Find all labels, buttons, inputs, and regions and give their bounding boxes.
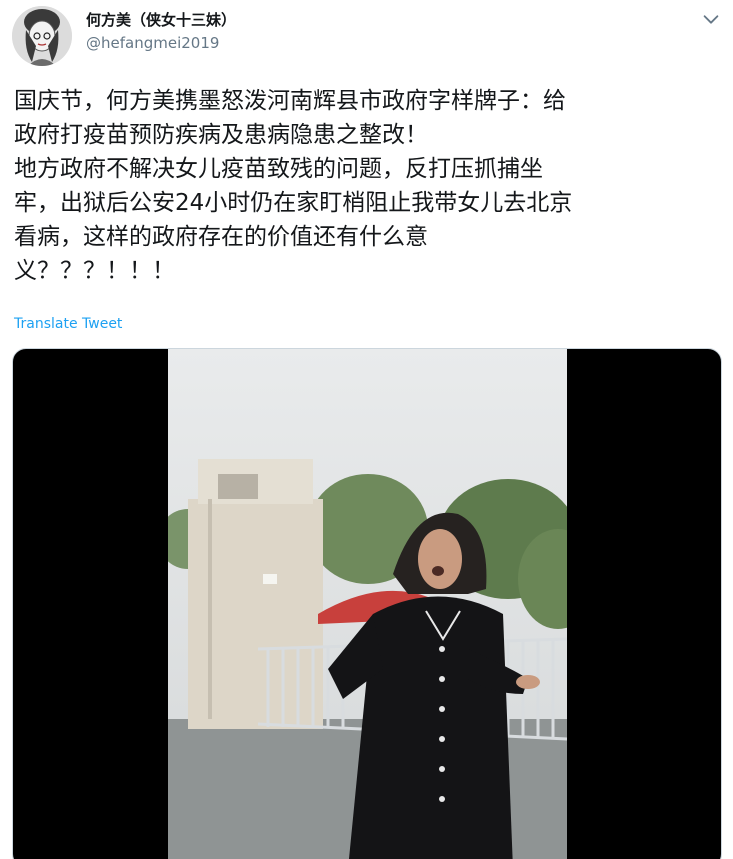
- video-thumbnail[interactable]: [168, 349, 567, 859]
- tweet-header: 何方美（侠女十三妹） @hefangmei2019: [12, 6, 724, 70]
- user-handle[interactable]: @hefangmei2019: [86, 32, 236, 54]
- translate-tweet-link[interactable]: Translate Tweet: [14, 314, 122, 334]
- video-player[interactable]: [12, 348, 722, 859]
- tweet-text: 国庆节，何方美携墨怒泼河南辉县市政府字样牌子：给 政府打疫苗预防疾病及患病隐患之…: [14, 88, 573, 284]
- avatar[interactable]: [12, 6, 72, 66]
- chevron-down-icon[interactable]: [700, 8, 722, 30]
- author-info: 何方美（侠女十三妹） @hefangmei2019: [86, 10, 236, 54]
- display-name[interactable]: 何方美（侠女十三妹）: [86, 10, 236, 30]
